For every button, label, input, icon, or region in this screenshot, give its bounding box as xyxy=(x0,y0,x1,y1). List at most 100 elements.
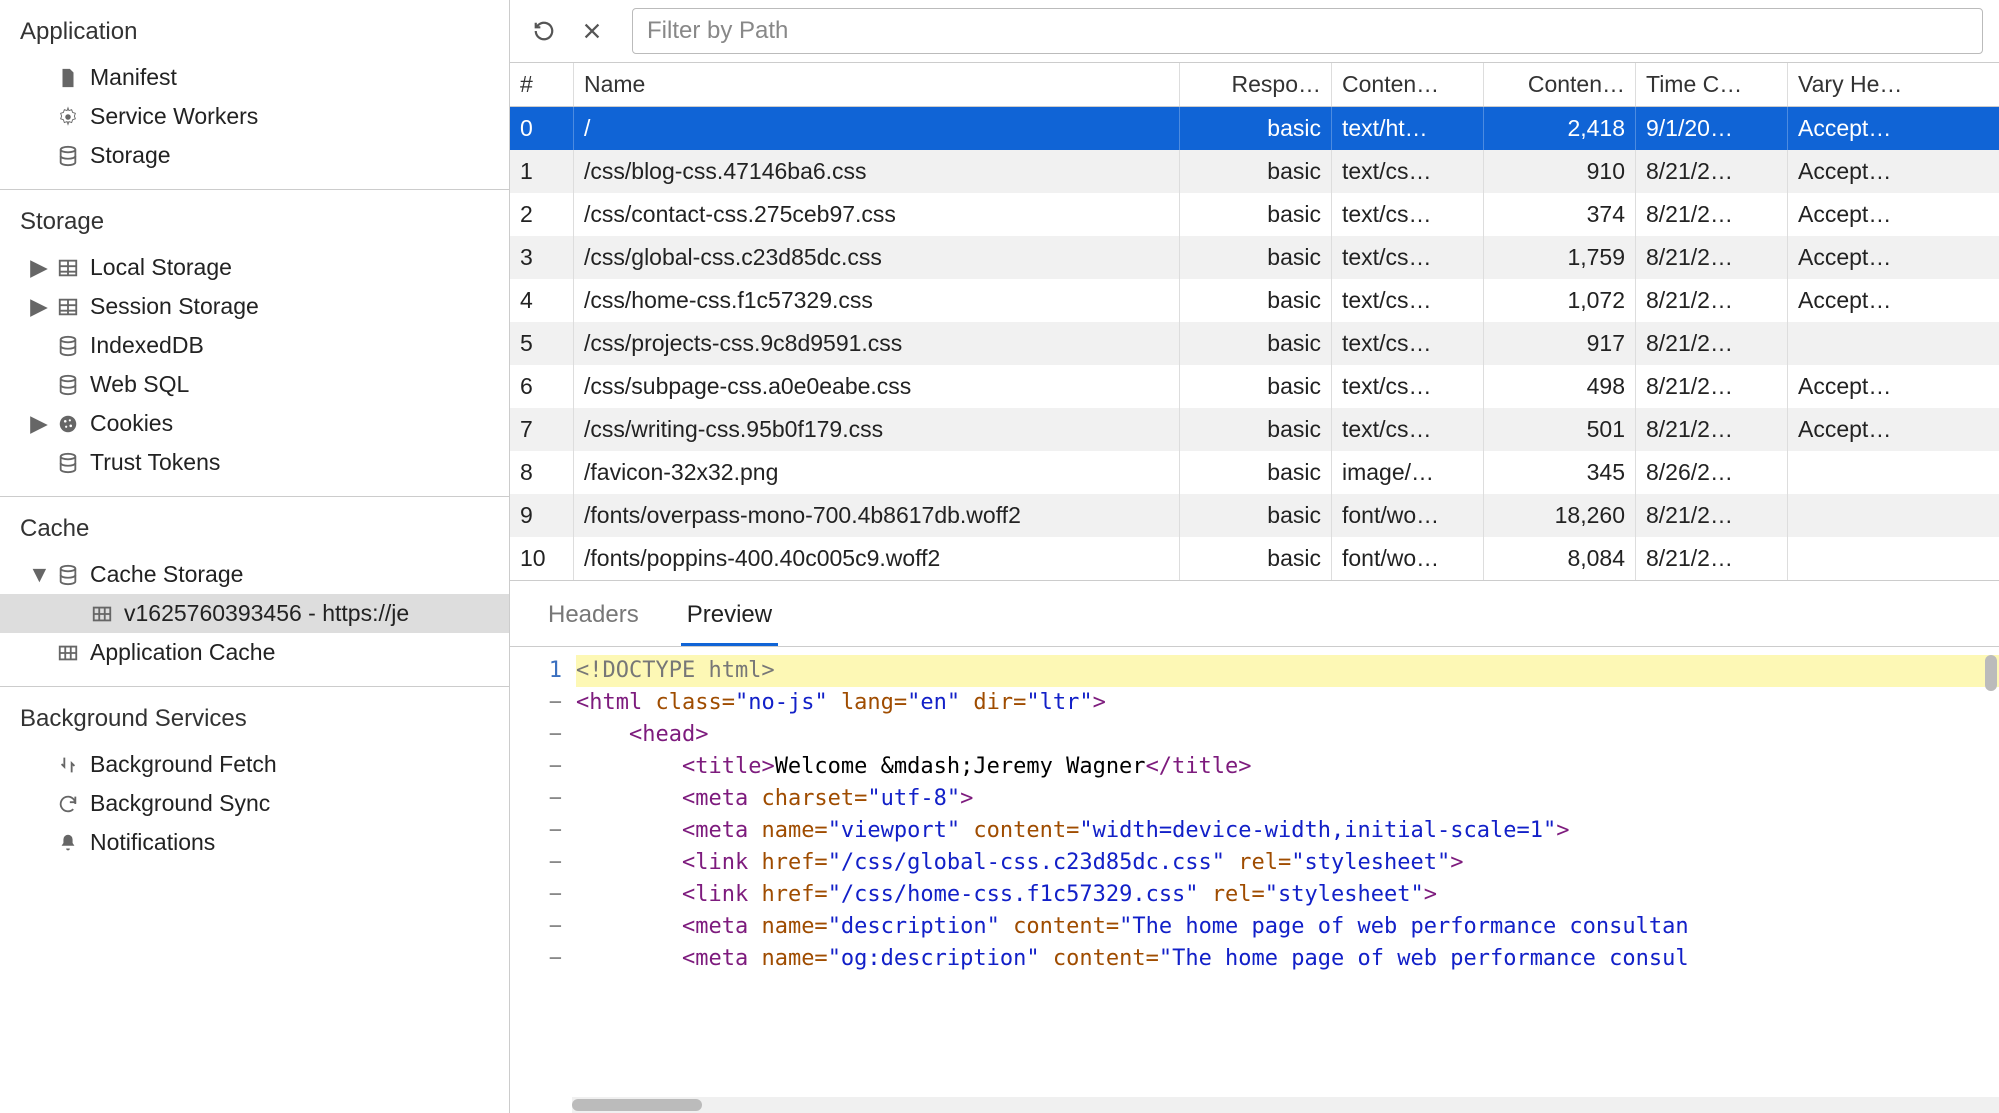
gutter-line[interactable]: − xyxy=(510,943,562,975)
cell-index: 8 xyxy=(510,451,574,494)
gear-icon xyxy=(54,106,82,128)
cells-icon xyxy=(54,642,82,664)
bell-icon xyxy=(54,832,82,854)
chevron-right-icon[interactable]: ▶ xyxy=(28,293,50,320)
cell-name: /css/global-css.c23d85dc.css xyxy=(574,236,1180,279)
cell-index: 9 xyxy=(510,494,574,537)
cell-ctype: font/wo… xyxy=(1332,537,1484,580)
gutter-line[interactable]: − xyxy=(510,783,562,815)
filter-input[interactable]: Filter by Path xyxy=(632,8,1983,54)
sidebar-item-label: Cookies xyxy=(90,410,173,437)
cell-name: /css/writing-css.95b0f179.css xyxy=(574,408,1180,451)
cell-name: /css/projects-css.9c8d9591.css xyxy=(574,322,1180,365)
table-row[interactable]: 2/css/contact-css.275ceb97.cssbasictext/… xyxy=(510,193,1999,236)
sidebar-item[interactable]: Trust Tokens xyxy=(0,443,509,482)
column-header-ctype[interactable]: Conten… xyxy=(1332,63,1484,106)
cell-vary xyxy=(1788,322,1999,365)
vertical-scrollbar-thumb[interactable] xyxy=(1985,655,1997,691)
cell-vary xyxy=(1788,494,1999,537)
gutter-line[interactable]: − xyxy=(510,911,562,943)
application-sidebar: Application Manifest Service WorkersStorag… xyxy=(0,0,510,1113)
code-line[interactable]: <meta name="description" content="The ho… xyxy=(576,911,1999,943)
sidebar-item[interactable]: ▼Cache Storage xyxy=(0,555,509,594)
code-line[interactable]: <meta name="og:description" content="The… xyxy=(576,943,1999,975)
code-line[interactable]: <meta charset="utf-8"> xyxy=(576,783,1999,815)
cell-index: 4 xyxy=(510,279,574,322)
storage-icon xyxy=(54,145,82,167)
gutter-line[interactable]: − xyxy=(510,751,562,783)
code-body[interactable]: <!DOCTYPE html><html class="no-js" lang=… xyxy=(572,647,1999,1113)
code-line[interactable]: <!DOCTYPE html> xyxy=(576,655,1999,687)
cells-icon xyxy=(88,603,116,625)
cell-vary: Accept… xyxy=(1788,279,1999,322)
code-line[interactable]: <link href="/css/global-css.c23d85dc.css… xyxy=(576,847,1999,879)
sidebar-group-title: Application xyxy=(0,0,509,58)
cell-ctype: text/cs… xyxy=(1332,322,1484,365)
table-row[interactable]: 9/fonts/overpass-mono-700.4b8617db.woff2… xyxy=(510,494,1999,537)
column-header-time[interactable]: Time C… xyxy=(1636,63,1788,106)
sidebar-item[interactable]: ▶ Cookies xyxy=(0,404,509,443)
horizontal-scrollbar-thumb[interactable] xyxy=(572,1099,702,1111)
cell-resp: basic xyxy=(1180,193,1332,236)
sidebar-item-label: Manifest xyxy=(90,64,177,91)
code-line[interactable]: <title>Welcome &mdash;Jeremy Wagner</tit… xyxy=(576,751,1999,783)
refresh-button[interactable] xyxy=(524,11,564,51)
gutter-line[interactable]: − xyxy=(510,815,562,847)
sidebar-item[interactable]: Notifications xyxy=(0,823,509,862)
table-row[interactable]: 3/css/global-css.c23d85dc.cssbasictext/c… xyxy=(510,236,1999,279)
tab-headers[interactable]: Headers xyxy=(542,595,645,646)
cell-clen: 501 xyxy=(1484,408,1636,451)
table-row[interactable]: 8/favicon-32x32.pngbasicimage/…3458/26/2… xyxy=(510,451,1999,494)
table-row[interactable]: 10/fonts/poppins-400.40c005c9.woff2basic… xyxy=(510,537,1999,580)
gutter-line[interactable]: − xyxy=(510,687,562,719)
cell-resp: basic xyxy=(1180,408,1332,451)
sidebar-item[interactable]: Service Workers xyxy=(0,97,509,136)
cell-name: /css/blog-css.47146ba6.css xyxy=(574,150,1180,193)
chevron-right-icon[interactable]: ▶ xyxy=(28,410,50,437)
sidebar-item[interactable]: Application Cache xyxy=(0,633,509,672)
cell-ctype: image/… xyxy=(1332,451,1484,494)
code-line[interactable]: <link href="/css/home-css.f1c57329.css" … xyxy=(576,879,1999,911)
sidebar-item[interactable]: ▶Local Storage xyxy=(0,248,509,287)
sidebar-item[interactable]: Manifest xyxy=(0,58,509,97)
chevron-down-icon[interactable]: ▼ xyxy=(28,561,50,588)
code-line[interactable]: <head> xyxy=(576,719,1999,751)
cell-ctype: text/cs… xyxy=(1332,279,1484,322)
cell-index: 2 xyxy=(510,193,574,236)
column-header-resp[interactable]: Respo… xyxy=(1180,63,1332,106)
sidebar-item[interactable]: Storage xyxy=(0,136,509,175)
gutter-line[interactable]: − xyxy=(510,847,562,879)
gutter-line[interactable]: − xyxy=(510,719,562,751)
sidebar-item[interactable]: ▶Session Storage xyxy=(0,287,509,326)
horizontal-scrollbar[interactable] xyxy=(572,1097,1999,1113)
column-header-vary[interactable]: Vary He… xyxy=(1788,63,1999,106)
table-row[interactable]: 4/css/home-css.f1c57329.cssbasictext/cs…… xyxy=(510,279,1999,322)
cell-vary: Accept… xyxy=(1788,107,1999,150)
chevron-right-icon[interactable]: ▶ xyxy=(28,254,50,281)
table-row[interactable]: 1/css/blog-css.47146ba6.cssbasictext/cs…… xyxy=(510,150,1999,193)
column-header-name[interactable]: Name xyxy=(574,63,1180,106)
cell-time: 8/21/2… xyxy=(1636,236,1788,279)
table-row[interactable]: 0/basictext/ht…2,4189/1/20…Accept… xyxy=(510,107,1999,150)
table-row[interactable]: 5/css/projects-css.9c8d9591.cssbasictext… xyxy=(510,322,1999,365)
gutter-line[interactable]: 1 xyxy=(510,655,562,687)
code-line[interactable]: <meta name="viewport" content="width=dev… xyxy=(576,815,1999,847)
cell-clen: 498 xyxy=(1484,365,1636,408)
sidebar-item[interactable]: v1625760393456 - https://je xyxy=(0,594,509,633)
table-row[interactable]: 6/css/subpage-css.a0e0eabe.cssbasictext/… xyxy=(510,365,1999,408)
cell-index: 0 xyxy=(510,107,574,150)
cell-time: 8/21/2… xyxy=(1636,537,1788,580)
sidebar-item[interactable]: IndexedDB xyxy=(0,326,509,365)
sidebar-item[interactable]: Web SQL xyxy=(0,365,509,404)
tab-preview[interactable]: Preview xyxy=(681,595,778,646)
column-header-index[interactable]: # xyxy=(510,63,574,106)
column-header-clen[interactable]: Conten… xyxy=(1484,63,1636,106)
delete-button[interactable] xyxy=(572,11,612,51)
sidebar-item[interactable]: Background Sync xyxy=(0,784,509,823)
cell-clen: 18,260 xyxy=(1484,494,1636,537)
code-line[interactable]: <html class="no-js" lang="en" dir="ltr"> xyxy=(576,687,1999,719)
gutter-line[interactable]: − xyxy=(510,879,562,911)
sidebar-item[interactable]: Background Fetch xyxy=(0,745,509,784)
sidebar-item-label: v1625760393456 - https://je xyxy=(124,600,409,627)
table-row[interactable]: 7/css/writing-css.95b0f179.cssbasictext/… xyxy=(510,408,1999,451)
